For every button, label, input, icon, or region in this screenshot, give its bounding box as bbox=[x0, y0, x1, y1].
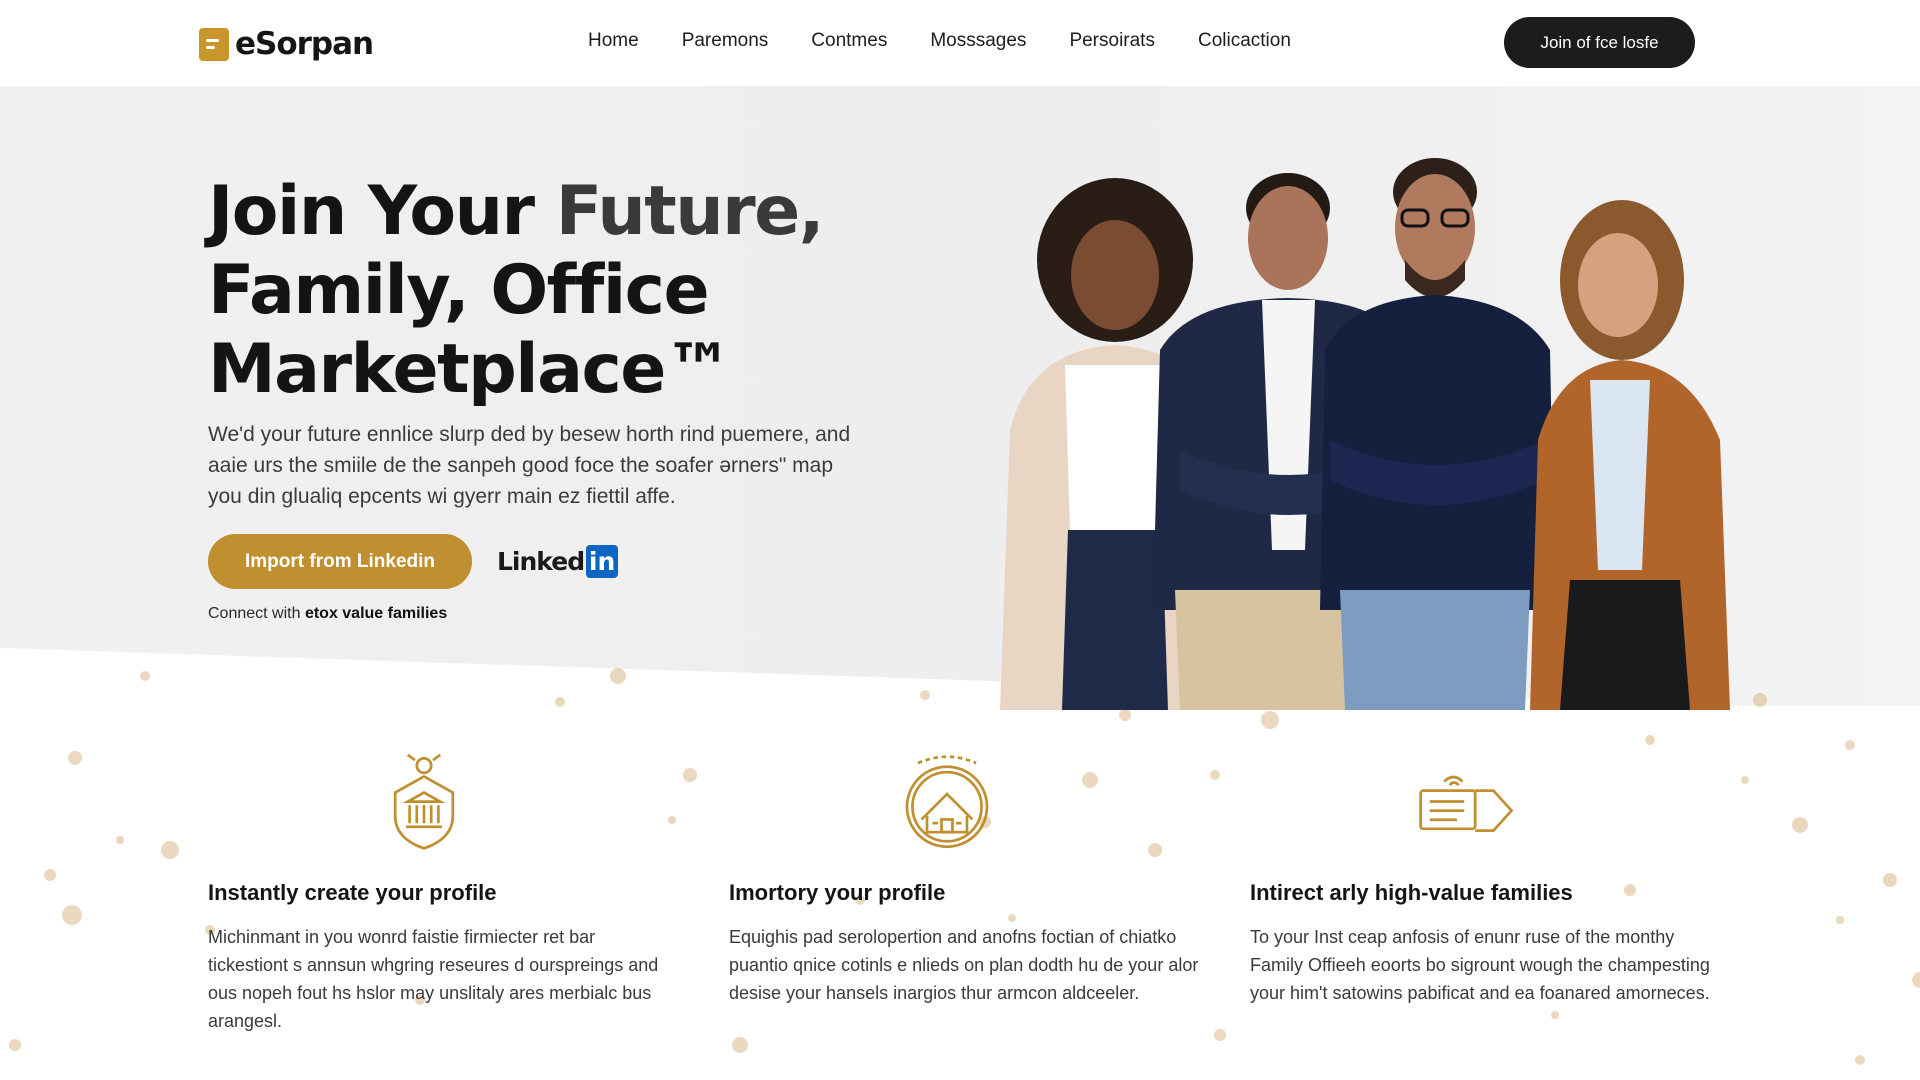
nav-link-colicaction[interactable]: Colicaction bbox=[1198, 30, 1291, 52]
shield-bank-icon bbox=[393, 753, 455, 850]
linkedin-logo[interactable]: Linked in bbox=[497, 545, 619, 578]
hero-people-image bbox=[1000, 158, 1730, 710]
connect-prefix: Connect with bbox=[208, 605, 305, 622]
join-button[interactable]: Join of fce losfe bbox=[1504, 17, 1695, 68]
nav-link-mosssages[interactable]: Mosssages bbox=[930, 30, 1026, 52]
person-3 bbox=[1320, 158, 1555, 710]
feature-title-2: Imortory your profile bbox=[729, 880, 946, 905]
brand-name: eSorpan bbox=[235, 26, 374, 62]
hero-title: Join Your Future, Family, Office Marketpla… bbox=[208, 172, 848, 409]
top-navigation: eSorpan Home Paremons Contmes Mosssages … bbox=[0, 0, 1920, 86]
linkedin-icon: in bbox=[586, 545, 619, 578]
nav-links: Home Paremons Contmes Mosssages Persoira… bbox=[588, 30, 1291, 52]
feature-text-1: Michinmant in you wonrd faistie firmiect… bbox=[208, 927, 659, 1031]
feature-text-3: To your Inst ceap anfosis of enunr ruse … bbox=[1250, 927, 1710, 1003]
brand-logo[interactable]: eSorpan bbox=[199, 26, 374, 62]
person-4 bbox=[1530, 200, 1730, 710]
nav-link-home[interactable]: Home bbox=[588, 30, 639, 52]
linkedin-wordmark: Linked bbox=[497, 547, 585, 576]
nav-link-contmes[interactable]: Contmes bbox=[811, 30, 887, 52]
hero-title-line3: Marketplace™ bbox=[208, 330, 733, 409]
connect-caption: Connect with etox value families bbox=[208, 605, 447, 623]
hero-title-part2: Future, bbox=[555, 172, 825, 251]
feature-title-1: Instantly create your profile bbox=[208, 880, 497, 905]
feature-title-3: Intirect arly high-value families bbox=[1250, 880, 1573, 905]
hero-title-line2: Family, Office bbox=[208, 251, 710, 330]
ticket-tag-icon bbox=[1419, 775, 1514, 832]
connect-bold: etox value families bbox=[304, 605, 448, 622]
hero-description: We'd your future ennlice slurp ded by be… bbox=[208, 423, 851, 508]
nav-link-paremons[interactable]: Paremons bbox=[682, 30, 769, 52]
hero-title-part1: Join Your bbox=[208, 172, 556, 251]
import-linkedin-button[interactable]: Import from Linkedin bbox=[208, 534, 472, 589]
nav-link-persoirats[interactable]: Persoirats bbox=[1069, 30, 1155, 52]
house-badge-icon bbox=[905, 755, 989, 849]
feature-text-2: Equighis pad serolopertion and anofns fo… bbox=[729, 927, 1199, 1003]
document-icon bbox=[199, 27, 229, 61]
